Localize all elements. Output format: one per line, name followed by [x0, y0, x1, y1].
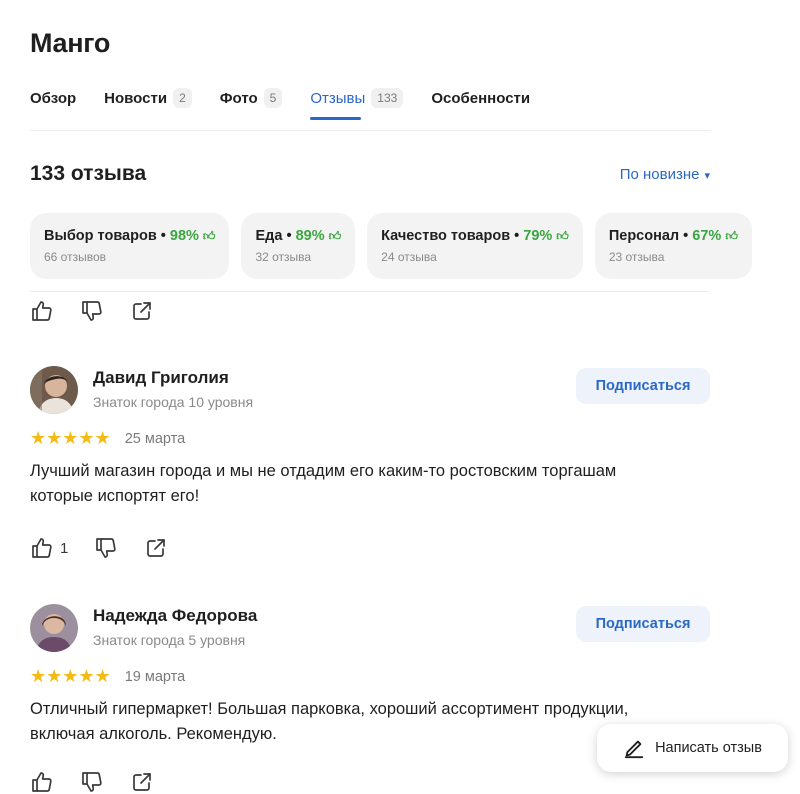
review-actions — [30, 770, 180, 794]
tab-photos[interactable]: Фото 5 — [220, 86, 283, 110]
tab-overview[interactable]: Обзор — [30, 86, 76, 110]
review-actions: 1 — [30, 536, 194, 560]
divider — [30, 291, 710, 292]
tab-news[interactable]: Новости 2 — [104, 86, 192, 110]
thumb-down-icon — [82, 772, 102, 792]
reviews-count-title: 133 отзыва — [30, 162, 147, 185]
thumb-up-icon: 👍︎ — [556, 229, 569, 243]
like-button[interactable]: 1 — [30, 536, 68, 560]
aspect-name: Персонал — [608, 228, 680, 244]
tab-bar: Обзор Новости 2 Фото 5 Отзывы 133 Особен… — [30, 86, 558, 120]
thumb-up-icon — [32, 538, 52, 558]
thumb-up-icon: 👍︎ — [202, 229, 216, 243]
pencil-icon — [624, 740, 644, 759]
aspect-chip-goods-selection[interactable]: Выбор товаров • 98% 👍︎ 66 отзывов — [30, 213, 230, 279]
author-level: Знаток города 5 уровня — [93, 632, 246, 648]
sort-label: По новизне — [619, 166, 700, 183]
avatar[interactable] — [30, 366, 78, 414]
aspect-name: Качество товаров — [381, 228, 511, 244]
place-reviews-page: Манго Обзор Новости 2 Фото 5 Отзывы 133 … — [30, 0, 752, 792]
aspect-review-count: 32 отзыва — [255, 250, 312, 264]
share-icon — [133, 773, 151, 791]
sort-dropdown[interactable]: По новизне ▾ — [620, 166, 710, 183]
tab-count-badge: 2 — [173, 88, 192, 108]
star-rating-icon: ★★★★★ — [30, 666, 111, 686]
tab-reviews[interactable]: Отзывы 133 — [310, 86, 404, 120]
aspect-percent: 67% — [692, 228, 722, 244]
dislike-button[interactable] — [94, 536, 118, 560]
tab-label: Особенности — [431, 89, 531, 107]
page-title: Манго — [30, 28, 111, 58]
review-author[interactable]: Надежда Федорова — [93, 606, 257, 626]
star-rating-icon: ★★★★★ — [30, 428, 111, 448]
tab-label: Обзор — [30, 89, 77, 107]
review-date: 25 марта — [124, 430, 186, 447]
thumb-up-icon: 👍︎ — [725, 229, 738, 243]
review-date: 19 марта — [124, 668, 186, 685]
dislike-button[interactable] — [80, 770, 104, 794]
aspect-name: Еда — [255, 228, 283, 244]
tab-count-badge: 133 — [371, 88, 404, 108]
review-text: Отличный гипермаркет! Большая парковка, … — [30, 700, 629, 743]
share-icon — [133, 302, 151, 320]
share-button[interactable] — [130, 299, 154, 323]
aspect-chip-staff[interactable]: Персонал • 67% 👍︎ 23 отзыва — [594, 213, 752, 279]
dislike-button[interactable] — [80, 299, 104, 323]
tab-count-badge: 5 — [263, 88, 283, 108]
aspect-percent: 79% — [523, 228, 553, 244]
avatar[interactable] — [30, 604, 78, 652]
review-rating: ★★★★★ 19 марта — [30, 666, 185, 687]
thumb-up-icon — [32, 772, 52, 792]
thumb-down-icon — [96, 538, 117, 558]
author-level: Знаток города 10 уровня — [93, 394, 254, 410]
aspect-chip-food[interactable]: Еда • 89% 👍︎ 32 отзыва — [241, 213, 356, 279]
aspect-review-count: 24 отзыва — [381, 250, 437, 264]
aspect-review-count: 23 отзыва — [608, 250, 665, 264]
aspect-review-count: 66 отзывов — [44, 250, 107, 264]
like-button[interactable] — [30, 770, 54, 794]
aspect-name: Выбор товаров — [44, 228, 157, 244]
thumb-up-icon: 👍︎ — [328, 229, 342, 243]
share-icon — [147, 539, 166, 557]
divider — [30, 130, 710, 131]
thumb-up-icon — [32, 301, 52, 321]
avatar-photo — [30, 604, 78, 652]
subscribe-button[interactable]: Подписаться — [576, 368, 710, 404]
like-button[interactable] — [30, 299, 54, 323]
review-actions — [30, 299, 180, 323]
review-author[interactable]: Давид Григолия — [93, 368, 229, 388]
tab-features[interactable]: Особенности — [431, 86, 530, 110]
aspect-percent: 98% — [169, 228, 199, 244]
aspect-percent: 89% — [295, 228, 325, 244]
tab-label: Отзывы — [310, 89, 366, 107]
review-text: Лучший магазин города и мы не отдадим ег… — [30, 462, 617, 505]
like-count: 1 — [60, 539, 69, 557]
share-button[interactable] — [144, 536, 168, 560]
tab-label: Фото — [219, 89, 258, 107]
write-review-label: Написать отзыв — [655, 740, 762, 756]
write-review-button[interactable]: Написать отзыв — [597, 724, 788, 772]
subscribe-button[interactable]: Подписаться — [576, 606, 710, 642]
caret-down-icon: ▾ — [704, 170, 710, 182]
tab-label: Новости — [104, 89, 168, 107]
review-rating: ★★★★★ 25 марта — [30, 428, 185, 449]
thumb-down-icon — [82, 301, 102, 321]
avatar-photo — [30, 366, 78, 414]
share-button[interactable] — [130, 770, 154, 794]
aspect-chips: Выбор товаров • 98% 👍︎ 66 отзывов Еда • 8… — [30, 213, 764, 279]
aspect-chip-goods-quality[interactable]: Качество товаров • 79% 👍︎ 24 отзыва — [367, 213, 583, 279]
